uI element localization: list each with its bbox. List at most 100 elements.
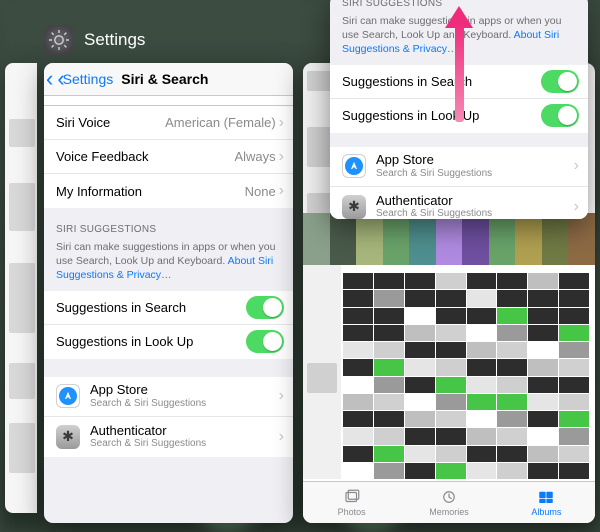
mosaic-cell (497, 359, 527, 375)
tab-albums[interactable]: Albums (498, 482, 595, 523)
mosaic-cell (497, 308, 527, 324)
mosaic-cell (559, 290, 589, 306)
mosaic-cell (497, 342, 527, 358)
row-label: Siri Voice (56, 115, 110, 130)
app-row-authenticator[interactable]: ✱ Authenticator Search & Siri Suggestion… (44, 417, 293, 457)
back-button[interactable]: ‹ Settings (57, 68, 113, 90)
mosaic-cell (559, 308, 589, 324)
toggle-on-icon[interactable] (246, 330, 284, 353)
mosaic-cell (497, 428, 527, 444)
siri-settings-group: Siri Voice American (Female)› Voice Feed… (44, 106, 293, 208)
row-voice-feedback[interactable]: Voice Feedback Always › (44, 140, 293, 174)
settings-overlay-card[interactable]: SIRI SUGGESTIONS Siri can make suggestio… (330, 0, 588, 219)
row-suggestions-lookup[interactable]: Suggestions in Look Up (44, 325, 293, 359)
app-store-icon (342, 154, 366, 178)
row-label: Suggestions in Search (342, 74, 472, 89)
mosaic-cell (436, 308, 466, 324)
mosaic-cell (467, 325, 497, 341)
mosaic-cell (528, 446, 558, 462)
mosaic-cell (374, 325, 404, 341)
row-siri-voice[interactable]: Siri Voice American (Female)› (44, 106, 293, 140)
tab-memories[interactable]: Memories (400, 482, 497, 523)
mosaic-cell (405, 394, 435, 410)
photo-thumb[interactable] (515, 213, 542, 265)
toggle-on-icon[interactable] (541, 70, 579, 93)
row-value: None (245, 184, 276, 199)
mosaic-cell (467, 359, 497, 375)
mosaic-cell (374, 308, 404, 324)
tab-bar: Photos Memories Albums (303, 481, 595, 523)
photo-thumb[interactable] (409, 213, 436, 265)
row-label: Voice Feedback (56, 149, 149, 164)
mosaic-cell (405, 377, 435, 393)
mosaic-cell (405, 428, 435, 444)
photo-thumb[interactable] (542, 213, 569, 265)
section-header-suggestions: SIRI SUGGESTIONS (44, 208, 293, 238)
section-subtext: Siri can make suggestions in apps or whe… (44, 238, 293, 291)
authenticator-icon: ✱ (342, 195, 366, 219)
photo-thumb[interactable] (383, 213, 410, 265)
mosaic-cell (559, 428, 589, 444)
mosaic-cell (343, 377, 373, 393)
app-row-app-store[interactable]: App Store Search & Siri Suggestions › (330, 147, 588, 187)
row-suggestions-search[interactable]: Suggestions in Search (330, 65, 588, 99)
chevron-left-icon[interactable]: ‹ (46, 68, 53, 90)
mosaic-cell (528, 377, 558, 393)
mosaic-cell (528, 325, 558, 341)
switcher-peek-card[interactable] (5, 63, 37, 513)
mosaic-cell (405, 273, 435, 289)
mosaic-cell (343, 342, 373, 358)
row-suggestions-search[interactable]: Suggestions in Search (44, 291, 293, 325)
photo-thumb[interactable] (489, 213, 516, 265)
apps-group: App Store Search & Siri Suggestions › ✱ … (44, 377, 293, 457)
mosaic-cell (467, 273, 497, 289)
mosaic-cell (343, 325, 373, 341)
settings-card[interactable]: ‹ ‹ Settings Siri & Search Siri Voice Am… (44, 63, 293, 523)
mosaic-cell (497, 325, 527, 341)
mosaic-cell (374, 463, 404, 479)
mosaic-cell (528, 411, 558, 427)
chevron-right-icon: › (279, 148, 284, 166)
mosaic-cell (343, 446, 373, 462)
chevron-right-icon: › (574, 157, 579, 175)
row-label: My Information (56, 184, 142, 199)
mosaic-cell (436, 290, 466, 306)
albums-icon (536, 488, 556, 506)
mosaic-cell (559, 325, 589, 341)
photos-thumb-strip (303, 213, 595, 265)
app-row-authenticator[interactable]: ✱ Authenticator Search & Siri Suggestion… (330, 187, 588, 219)
photo-thumb[interactable] (330, 213, 357, 265)
app-sub: Search & Siri Suggestions (90, 398, 279, 409)
mosaic-cell (559, 273, 589, 289)
photos-stack-icon (342, 488, 362, 506)
mosaic-cell (497, 446, 527, 462)
switcher-card-title: Settings (84, 30, 145, 50)
photo-thumb[interactable] (462, 213, 489, 265)
settings-app-icon (44, 25, 74, 55)
row-my-information[interactable]: My Information None› (44, 174, 293, 208)
mosaic-cell (405, 411, 435, 427)
tab-photos[interactable]: Photos (303, 482, 400, 523)
photo-thumb[interactable] (568, 213, 595, 265)
mosaic-cell (436, 377, 466, 393)
row-value: Always (234, 149, 275, 164)
toggle-on-icon[interactable] (541, 104, 579, 127)
row-suggestions-lookup[interactable]: Suggestions in Look Up (330, 99, 588, 133)
app-sub: Search & Siri Suggestions (376, 208, 574, 219)
mosaic-cell (405, 463, 435, 479)
memories-icon (439, 488, 459, 506)
mosaic-cell (497, 463, 527, 479)
mosaic-cell (405, 308, 435, 324)
app-name: Authenticator (90, 424, 279, 438)
mosaic-cell (497, 290, 527, 306)
tab-label: Photos (338, 507, 366, 517)
mosaic-cell (528, 273, 558, 289)
mosaic-cell (467, 411, 497, 427)
mosaic-cell (343, 290, 373, 306)
mosaic-cell (559, 411, 589, 427)
app-row-app-store[interactable]: App Store Search & Siri Suggestions › (44, 377, 293, 417)
photo-thumb[interactable] (356, 213, 383, 265)
photo-thumb[interactable] (436, 213, 463, 265)
toggle-on-icon[interactable] (246, 296, 284, 319)
photo-thumb[interactable] (303, 213, 330, 265)
